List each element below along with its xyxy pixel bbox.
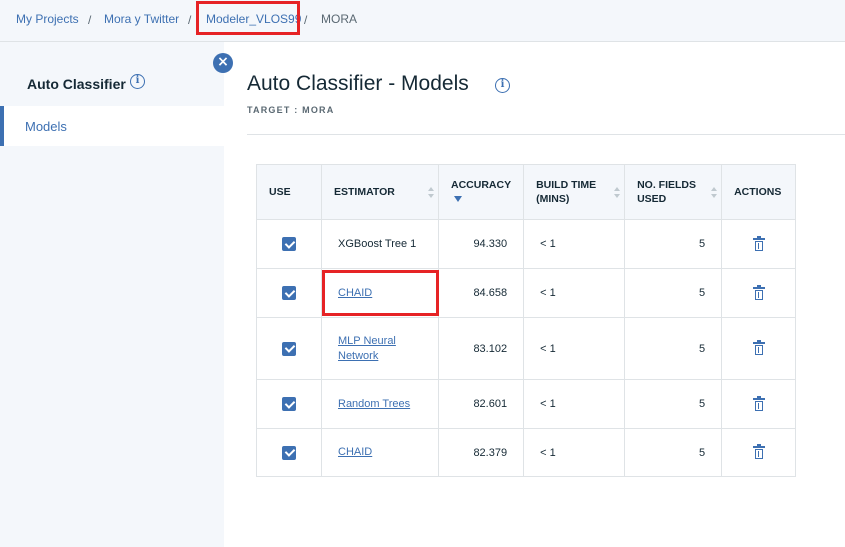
use-cell <box>256 268 322 318</box>
table-row: MLP Neural Network 83.102 < 1 5 <box>256 317 797 380</box>
use-cell <box>256 428 322 477</box>
breadcrumb: My Projects / Mora y Twitter / Modeler_V… <box>0 0 845 42</box>
table-row: CHAID 84.658 < 1 5 <box>256 268 797 318</box>
use-checkbox[interactable] <box>282 237 296 251</box>
use-cell <box>256 219 322 269</box>
estimator-link[interactable]: Random Trees <box>338 398 410 410</box>
column-header-accuracy[interactable]: ACCURACY <box>437 164 525 220</box>
fields-used-value: 5 <box>624 268 723 318</box>
estimator-cell: CHAID <box>321 268 439 318</box>
target-label: TARGET : MORA <box>247 105 335 115</box>
use-checkbox[interactable] <box>282 286 296 300</box>
side-panel-title: Auto Classifier <box>27 76 126 92</box>
estimator-cell: CHAID <box>321 428 439 477</box>
use-cell <box>256 317 322 380</box>
sort-icon[interactable] <box>614 187 621 199</box>
accuracy-value: 82.379 <box>437 428 525 477</box>
trash-icon[interactable] <box>752 284 765 300</box>
sidebar-item-models[interactable]: Models <box>0 106 224 146</box>
actions-cell <box>721 268 797 318</box>
sort-descending-icon[interactable] <box>454 196 462 203</box>
close-panel-icon[interactable]: × <box>213 53 233 73</box>
actions-cell <box>721 379 797 429</box>
estimator-name: XGBoost Tree 1 <box>321 219 439 269</box>
actions-cell <box>721 317 797 380</box>
accuracy-value: 94.330 <box>437 219 525 269</box>
column-header-build-time[interactable]: BUILD TIME (MINS) <box>523 164 626 220</box>
trash-icon[interactable] <box>752 444 765 459</box>
breadcrumb-project[interactable]: Mora y Twitter <box>104 12 179 26</box>
build-time-value: < 1 <box>523 219 626 269</box>
breadcrumb-separator: / <box>188 13 192 27</box>
use-checkbox[interactable] <box>282 445 296 460</box>
actions-cell <box>721 219 797 269</box>
breadcrumb-separator: / <box>304 13 308 27</box>
actions-cell <box>721 428 797 477</box>
build-time-value: < 1 <box>523 379 626 429</box>
column-header-use: USE <box>256 164 322 220</box>
accuracy-value: 84.658 <box>437 268 525 318</box>
table-row: Random Trees 82.601 < 1 5 <box>256 379 797 429</box>
trash-icon[interactable] <box>752 235 765 251</box>
trash-icon[interactable] <box>752 340 765 355</box>
estimator-cell: Random Trees <box>321 379 439 429</box>
table-header-row: USE ESTIMATOR ACCURACY BUILD TIME (MINS) … <box>256 164 797 220</box>
estimator-link[interactable]: CHAID <box>338 287 372 299</box>
build-time-value: < 1 <box>523 428 626 477</box>
build-time-value: < 1 <box>523 317 626 380</box>
info-icon[interactable]: i <box>130 74 145 89</box>
use-cell <box>256 379 322 429</box>
use-checkbox[interactable] <box>282 341 296 356</box>
fields-used-value: 5 <box>624 219 723 269</box>
table-row: CHAID 82.379 < 1 5 <box>256 428 797 477</box>
trash-icon[interactable] <box>752 395 765 411</box>
breadcrumb-separator: / <box>88 13 92 27</box>
build-time-value: < 1 <box>523 268 626 318</box>
accuracy-value: 82.601 <box>437 379 525 429</box>
use-checkbox[interactable] <box>282 397 296 411</box>
sort-icon[interactable] <box>711 187 718 199</box>
accuracy-value: 83.102 <box>437 317 525 380</box>
table-row: XGBoost Tree 1 94.330 < 1 5 <box>256 219 797 269</box>
side-panel: Auto Classifier i Models <box>0 42 224 547</box>
highlight-annotation <box>196 1 300 35</box>
fields-used-value: 5 <box>624 317 723 380</box>
column-header-actions: ACTIONS <box>721 164 797 220</box>
models-table: USE ESTIMATOR ACCURACY BUILD TIME (MINS) … <box>256 164 797 477</box>
sidebar-item-label: Models <box>25 119 67 134</box>
column-header-fields-used[interactable]: NO. FIELDS USED <box>624 164 723 220</box>
estimator-link[interactable]: CHAID <box>338 446 372 458</box>
fields-used-value: 5 <box>624 379 723 429</box>
sort-icon[interactable] <box>428 187 435 199</box>
page-title: Auto Classifier - Models <box>247 72 469 95</box>
fields-used-value: 5 <box>624 428 723 477</box>
breadcrumb-my-projects[interactable]: My Projects <box>16 12 79 26</box>
divider <box>247 134 845 135</box>
column-header-estimator[interactable]: ESTIMATOR <box>321 164 439 220</box>
estimator-cell: MLP Neural Network <box>321 317 439 380</box>
info-icon[interactable]: i <box>495 78 510 93</box>
breadcrumb-current: MORA <box>321 12 357 26</box>
estimator-link[interactable]: MLP Neural Network <box>338 335 396 362</box>
